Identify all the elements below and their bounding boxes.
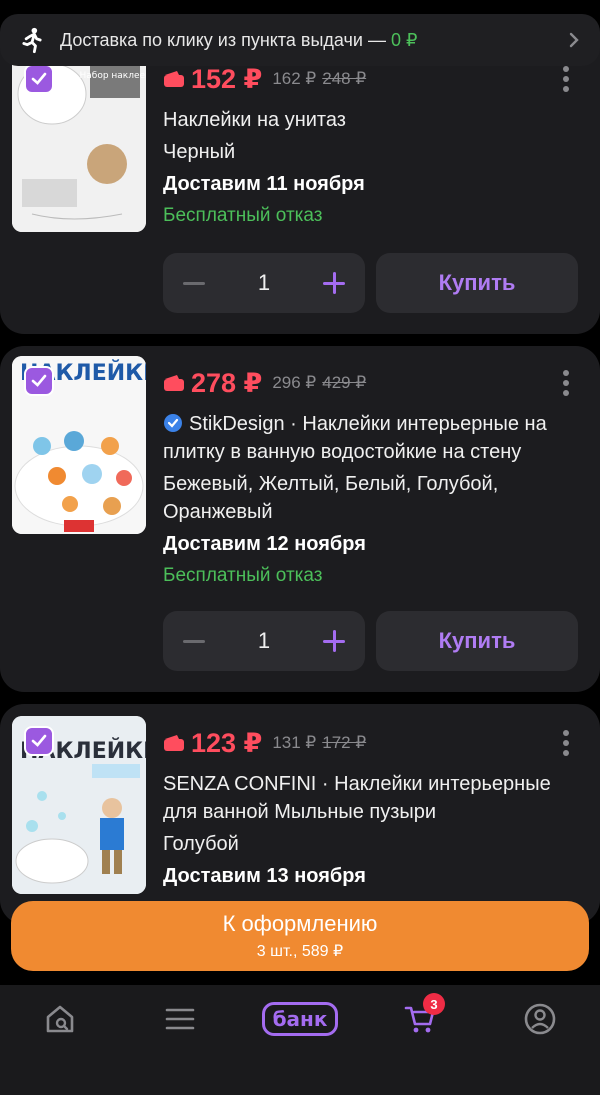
select-checkbox[interactable] [24,64,54,94]
price-row: 123 ₽ 131 ₽ 172 ₽ [163,728,560,758]
verified-badge-icon [164,414,182,432]
more-options-icon[interactable] [562,730,570,760]
more-options-icon[interactable] [562,66,570,96]
checkout-button[interactable]: К оформлению 3 шт., 589 ₽ [11,901,589,971]
product-title-text: StikDesign · Наклейки интерьерные на пли… [163,413,547,463]
crossed-price: 429 ₽ [322,373,367,392]
bottom-nav: банк 3 [0,985,600,1095]
product-title[interactable]: StikDesign · Наклейки интерьерные на пли… [163,410,560,466]
cart-item: НАКЛЕЙКИ 123 ₽ 131 ₽ 172 ₽ SENZA CONFINI… [0,704,600,924]
checkout-label: К оформлению [222,911,378,936]
nav-home[interactable] [25,997,95,1041]
product-color: Черный [163,141,236,163]
runner-icon [16,24,48,56]
quantity-value: 1 [257,270,271,295]
free-refusal: Бесплатный отказ [163,565,323,586]
chevron-right-icon [569,32,579,48]
profile-icon [524,1003,556,1035]
product-color: Бежевый, Желтый, Белый, Голубой, Оранжев… [163,473,499,523]
banner-price: 0 ₽ [390,29,418,50]
item-info: 123 ₽ 131 ₽ 172 ₽ SENZA CONFINI · Наклей… [163,728,560,890]
decrement-button[interactable] [183,639,205,643]
home-search-icon [46,1005,74,1033]
delivery-banner[interactable]: Доставка по клику из пункта выдачи — 0 ₽ [0,14,600,66]
nav-cart[interactable]: 3 [385,993,455,1041]
product-color: Голубой [163,833,239,855]
crossed-price: 248 ₽ [322,69,367,88]
buy-button[interactable]: Купить [376,611,578,671]
delivery-date: Доставим 12 ноября [163,533,366,555]
product-title[interactable]: SENZA CONFINI · Наклейки интерьерные для… [163,770,560,826]
item-info: 152 ₽ 162 ₽ 248 ₽ Наклейки на унитаз Чер… [163,64,540,230]
quantity-value: 1 [257,628,271,653]
select-checkbox[interactable] [24,726,54,756]
quantity-stepper: 1 [163,611,365,671]
product-image[interactable]: НАКЛЕЙКИ [12,716,146,894]
checkout-summary: 3 шт., 589 ₽ [256,943,344,960]
price-row: 278 ₽ 296 ₽ 429 ₽ [163,368,560,398]
old-price: 162 ₽ [272,69,317,88]
bank-logo: банк [261,1002,339,1036]
product-image[interactable]: Набор наклеек [12,54,146,232]
wallet-icon [164,735,184,751]
quantity-stepper: 1 [163,253,365,313]
banner-text: Доставка по клику из пункта выдачи — 0 ₽ [60,29,418,50]
delivery-date: Доставим 13 ноября [163,865,366,887]
cart-count-badge: 3 [423,993,445,1015]
delivery-date: Доставим 11 ноября [163,173,365,195]
wallet-icon [164,71,184,87]
decrement-button[interactable] [183,281,205,285]
nav-catalog[interactable] [145,997,215,1041]
increment-button[interactable] [323,630,345,652]
nav-bank[interactable]: банк [261,997,339,1041]
nav-profile[interactable] [505,997,575,1041]
crossed-price: 172 ₽ [322,733,367,752]
buy-button[interactable]: Купить [376,253,578,313]
wallet-icon [164,375,184,391]
product-image[interactable]: НАКЛЕЙКИ [12,356,146,534]
free-refusal: Бесплатный отказ [163,205,323,226]
increment-button[interactable] [323,272,345,294]
select-checkbox[interactable] [24,366,54,396]
old-price: 131 ₽ [272,733,317,752]
price-row: 152 ₽ 162 ₽ 248 ₽ [163,64,540,94]
cart-item: НАКЛЕЙКИ 278 ₽ 296 ₽ 429 ₽ [0,346,600,692]
more-options-icon[interactable] [562,370,570,400]
product-title[interactable]: Наклейки на унитаз [163,106,540,134]
cart-item: Набор наклеек 152 ₽ 162 ₽ 248 ₽ Наклейки… [0,24,600,334]
image-label: Набор наклеек [79,71,146,81]
item-info: 278 ₽ 296 ₽ 429 ₽ StikDesign · Наклейки … [163,368,560,590]
price: 123 ₽ [191,727,263,758]
menu-icon [165,1008,195,1030]
price: 152 ₽ [191,63,263,94]
price: 278 ₽ [191,367,263,398]
old-price: 296 ₽ [272,373,317,392]
